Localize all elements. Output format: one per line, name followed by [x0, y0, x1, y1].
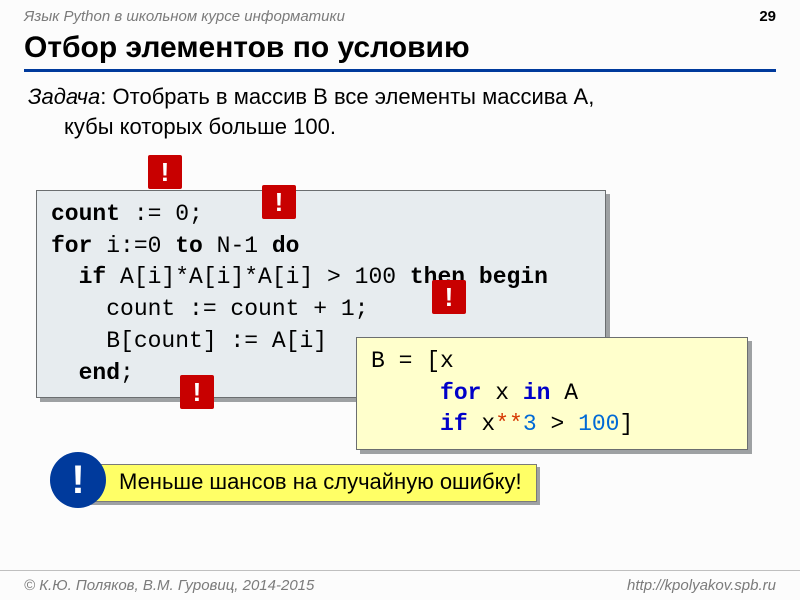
course-name: Язык Python в школьном курсе информатики	[24, 8, 345, 25]
task-line1: : Отобрать в массив B все элементы масси…	[100, 84, 594, 109]
task-line2: кубы которых больше 100.	[28, 112, 772, 142]
alert-icon: !	[262, 185, 296, 219]
alert-icon: !	[432, 280, 466, 314]
slide-title: Отбор элементов по условию	[24, 31, 776, 72]
note-icon: !	[50, 452, 106, 508]
code-python: B = [x for x in A if x**3 > 100]	[356, 337, 748, 450]
alert-icon: !	[148, 155, 182, 189]
copyright: © К.Ю. Поляков, В.М. Гуровиц, 2014-2015	[24, 577, 314, 594]
slide-header: Язык Python в школьном курсе информатики…	[0, 0, 800, 27]
task-label: Задача	[28, 84, 100, 109]
page-number: 29	[759, 8, 776, 25]
task-text: Задача: Отобрать в массив B все элементы…	[28, 82, 772, 141]
note-callout: ! Меньше шансов на случайную ошибку!	[50, 458, 610, 506]
footer-url: http://kpolyakov.spb.ru	[627, 577, 776, 594]
note-text: Меньше шансов на случайную ошибку!	[88, 464, 537, 502]
slide-footer: © К.Ю. Поляков, В.М. Гуровиц, 2014-2015 …	[0, 570, 800, 600]
alert-icon: !	[180, 375, 214, 409]
